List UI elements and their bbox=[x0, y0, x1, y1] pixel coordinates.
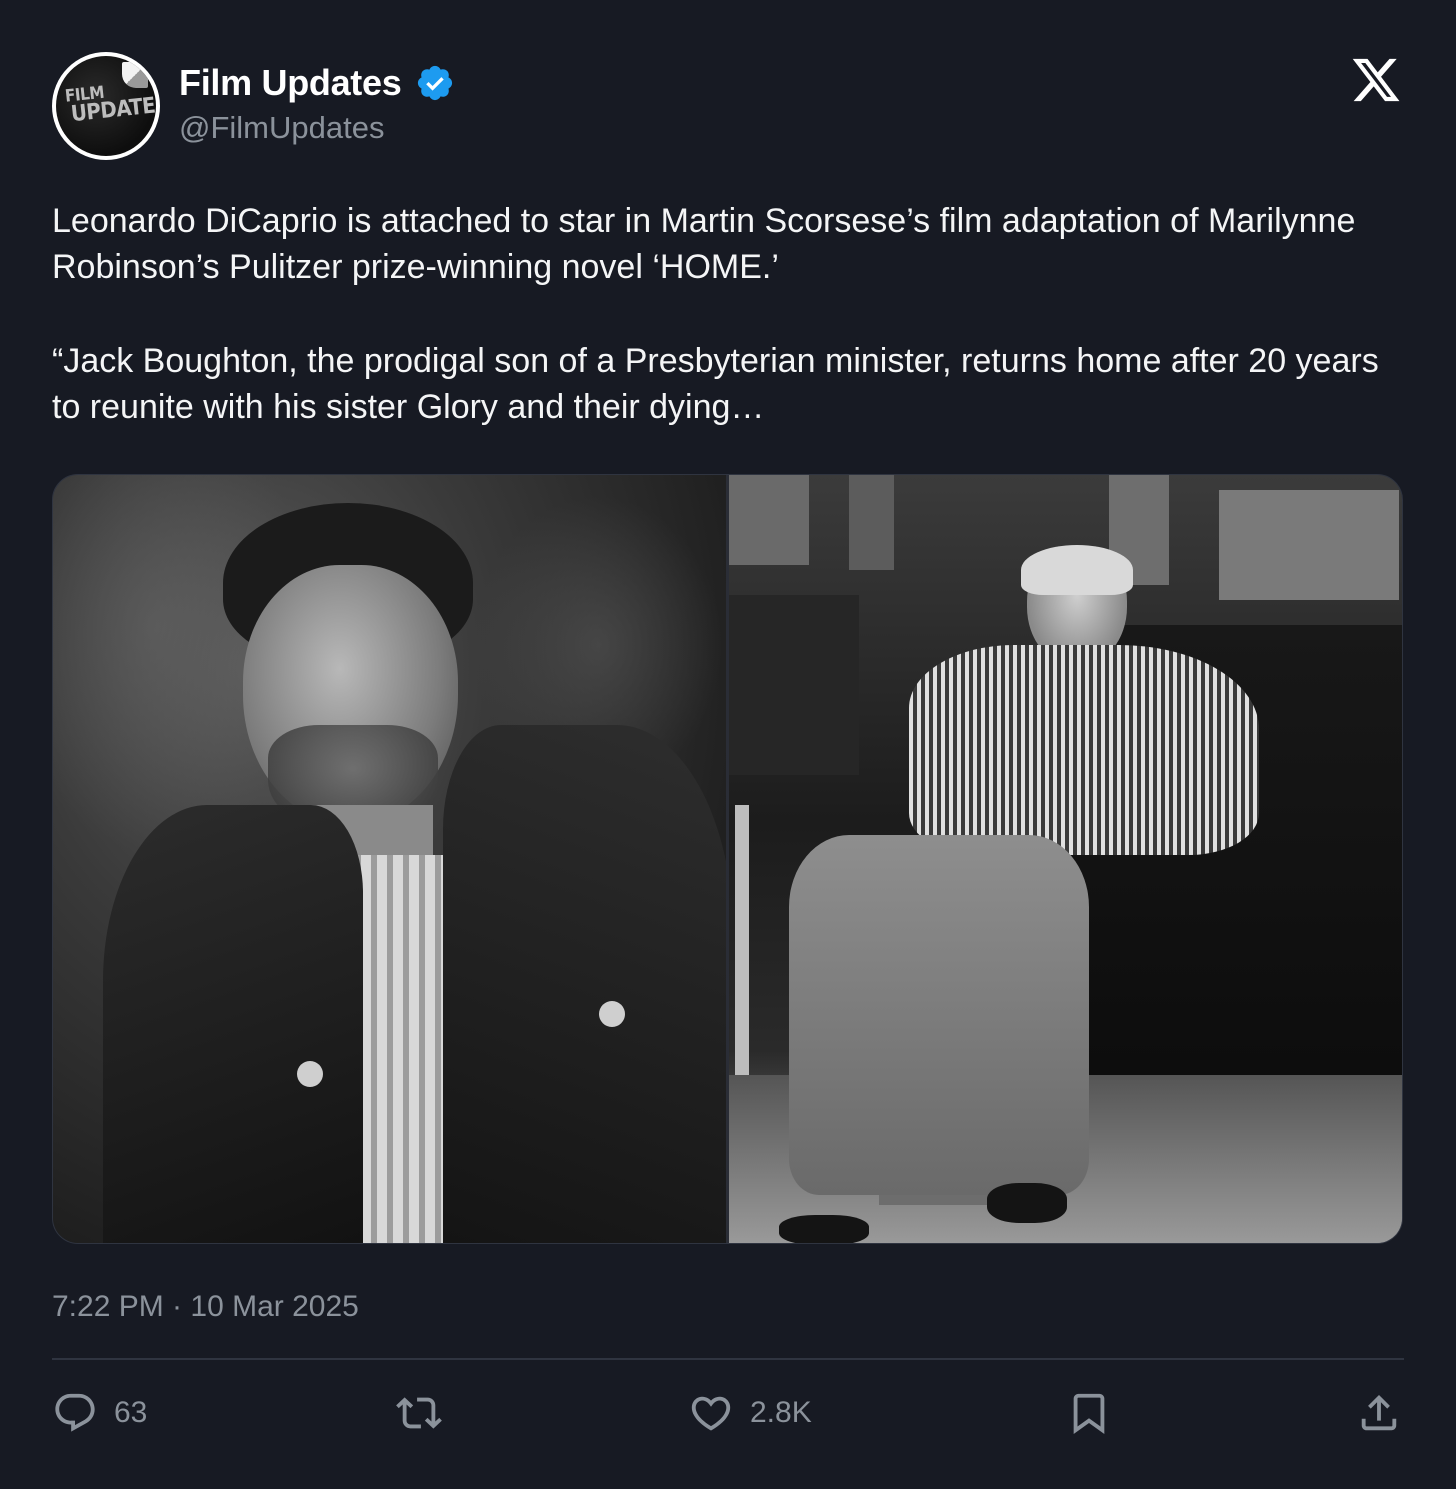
tweet-paragraph-2[interactable]: “Jack Boughton, the prodigal son of a Pr… bbox=[52, 338, 1412, 430]
photo-right[interactable] bbox=[729, 475, 1402, 1243]
author-name-row: Film Updates bbox=[179, 62, 455, 104]
timestamp[interactable]: 7:22 PM · 10 Mar 2025 bbox=[52, 1290, 359, 1324]
reply-button[interactable]: 63 bbox=[52, 1390, 147, 1436]
like-count: 2.8K bbox=[750, 1396, 812, 1429]
bookmark-icon bbox=[1073, 1393, 1105, 1434]
repost-icon bbox=[396, 1397, 442, 1429]
divider bbox=[52, 1358, 1404, 1360]
share-button[interactable] bbox=[1356, 1390, 1402, 1436]
share-icon bbox=[1361, 1394, 1397, 1431]
reply-icon bbox=[55, 1393, 95, 1432]
heart-icon bbox=[691, 1396, 731, 1431]
like-button[interactable]: 2.8K bbox=[688, 1390, 812, 1436]
handle[interactable]: @FilmUpdates bbox=[179, 110, 384, 146]
tweet-paragraph-1: Leonardo DiCaprio is attached to star in… bbox=[52, 202, 1356, 286]
display-name[interactable]: Film Updates bbox=[179, 62, 402, 104]
avatar-logo: FILM UPDATES bbox=[64, 82, 156, 128]
x-logo-icon[interactable] bbox=[1348, 54, 1404, 106]
bookmark-button[interactable] bbox=[1066, 1390, 1112, 1436]
action-bar: 63 2.8K bbox=[52, 1390, 1404, 1440]
reply-count: 63 bbox=[114, 1396, 148, 1429]
tweet-card: FILM UPDATES Film Updates @FilmUpdates L… bbox=[0, 0, 1456, 1489]
tweet-text: Leonardo DiCaprio is attached to star in… bbox=[52, 198, 1412, 430]
photo-left[interactable] bbox=[53, 475, 726, 1243]
media-grid bbox=[52, 474, 1403, 1244]
repost-button[interactable] bbox=[396, 1390, 458, 1436]
verified-badge-icon[interactable] bbox=[415, 63, 455, 103]
avatar[interactable]: FILM UPDATES bbox=[52, 52, 160, 160]
